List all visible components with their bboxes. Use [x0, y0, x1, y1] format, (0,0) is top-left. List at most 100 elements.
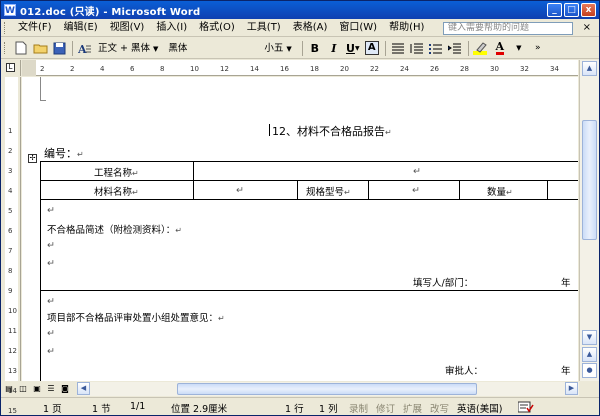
defect-description-label[interactable]: 不合格品简述（附检测资料）：↵ — [47, 222, 182, 236]
bold-button[interactable]: B — [306, 39, 324, 57]
font-size-dropdown[interactable]: 小五 ▼ — [261, 41, 294, 56]
table-move-handle[interactable]: ✢ — [28, 154, 37, 163]
styles-pane-icon[interactable]: A — [76, 39, 94, 57]
font-color-button[interactable]: A — [491, 39, 509, 57]
review-opinion-label[interactable]: 项目部不合格品评审处置小组处置意见：↵ — [47, 310, 225, 324]
web-view-icon[interactable]: ◫ — [17, 383, 29, 395]
indent-icon[interactable] — [446, 39, 464, 57]
status-column: 1 列 — [319, 404, 338, 415]
menu-view[interactable]: 视图(V) — [104, 20, 151, 36]
style-dropdown[interactable]: 正文 + 黑体 ▼ — [95, 41, 161, 56]
paragraph-mark: ↵ — [77, 150, 84, 159]
toolbar-grip[interactable] — [4, 42, 7, 54]
menu-window[interactable]: 窗口(W) — [333, 20, 383, 36]
quantity-label: 数量↵ — [487, 187, 513, 198]
paragraph-mark: ↵ — [47, 346, 55, 357]
document-close-button[interactable]: × — [583, 20, 591, 36]
project-name-value[interactable]: ↵ — [413, 166, 421, 177]
material-name-value[interactable]: ↵ — [236, 185, 244, 196]
scroll-left-icon[interactable]: ◀ — [77, 382, 90, 395]
ruler-tick-label: 12 — [8, 347, 17, 355]
normal-view-icon[interactable]: ▤ — [3, 383, 15, 395]
vertical-scroll-thumb[interactable] — [582, 120, 597, 240]
ruler-tick-label: 1 — [8, 127, 13, 135]
word-window: W 012.doc (只读) - Microsoft Word _ □ x 文件… — [0, 0, 600, 416]
table-border — [40, 161, 41, 381]
menu-insert[interactable]: 插入(I) — [150, 20, 193, 36]
chevron-down-icon[interactable]: ▼ — [510, 39, 528, 57]
menu-edit[interactable]: 编辑(E) — [58, 20, 104, 36]
horizontal-ruler[interactable]: 2 2 4 6 8 10 12 14 16 18 20 22 24 26 28 30 32 34 — [22, 60, 578, 76]
font-value: 黑体 — [168, 42, 188, 54]
table-border — [547, 180, 548, 199]
ruler-margin — [22, 60, 36, 76]
justify-icon[interactable] — [389, 39, 407, 57]
ruler-tick-label: 8 — [8, 267, 13, 275]
vertical-scrollbar[interactable]: ▲ ▼ ▲ ● — [579, 60, 599, 381]
menu-file[interactable]: 文件(F) — [12, 20, 58, 36]
scroll-down-icon[interactable]: ▼ — [582, 330, 597, 345]
minimize-button[interactable]: _ — [547, 3, 562, 17]
menu-format[interactable]: 格式(O) — [193, 20, 241, 36]
ruler-tick-label: 2 — [40, 65, 45, 73]
highlight-icon[interactable] — [472, 39, 490, 57]
outline-view-icon[interactable]: ☰ — [45, 383, 57, 395]
ruler-tick-label: 2 — [8, 147, 13, 155]
scroll-up-icon[interactable]: ▲ — [582, 61, 597, 76]
underline-button[interactable]: U ▼ — [344, 39, 362, 57]
word-app-icon[interactable]: W — [4, 4, 16, 16]
help-search-input[interactable]: 键入需要帮助的问题 — [443, 22, 573, 35]
ruler-tick-label: 8 — [160, 65, 165, 73]
text-cursor — [269, 124, 270, 136]
ruler-tick-label: 4 — [100, 65, 105, 73]
ruler-tick-label: 28 — [460, 65, 469, 73]
svg-text:A: A — [78, 43, 87, 55]
table-border — [368, 180, 369, 199]
tab-selector[interactable]: L — [1, 60, 21, 76]
ruler-tick-label: 13 — [8, 367, 17, 375]
numbering-icon[interactable] — [427, 39, 445, 57]
save-icon[interactable] — [50, 39, 68, 57]
filler-year-label: 年 — [561, 278, 571, 289]
font-dropdown[interactable]: 黑体 — [165, 41, 257, 56]
font-size-value: 小五 — [264, 42, 284, 54]
vertical-ruler[interactable]: 1 2 3 4 5 6 7 8 9 10 11 12 13 14 15 — [1, 77, 21, 415]
status-overtype[interactable]: 改写 — [430, 401, 449, 415]
line-spacing-icon[interactable] — [408, 39, 426, 57]
reading-view-icon[interactable]: ◙ — [59, 383, 71, 395]
spelling-check-icon[interactable] — [517, 401, 534, 415]
status-track-changes[interactable]: 修订 — [376, 401, 395, 415]
horizontal-scrollbar[interactable]: ◀ ▶ — [77, 382, 579, 396]
status-record[interactable]: 录制 — [349, 401, 368, 415]
close-button[interactable]: x — [581, 3, 596, 17]
new-document-icon[interactable] — [12, 39, 30, 57]
italic-button[interactable]: I — [325, 39, 343, 57]
menu-bar: 文件(F) 编辑(E) 视图(V) 插入(I) 格式(O) 工具(T) 表格(A… — [1, 20, 599, 37]
previous-page-icon[interactable]: ▲ — [582, 347, 597, 362]
margin-crop-mark — [40, 95, 46, 101]
spec-model-value[interactable]: ↵ — [412, 185, 420, 196]
paragraph-mark: ↵ — [47, 258, 55, 269]
toolbar-overflow-icon[interactable]: » — [529, 39, 547, 57]
print-view-icon[interactable]: ▣ — [31, 383, 43, 395]
menu-table[interactable]: 表格(A) — [287, 20, 334, 36]
paragraph-mark: ↵ — [47, 328, 55, 339]
select-browse-object-icon[interactable]: ● — [582, 363, 597, 378]
scroll-right-icon[interactable]: ▶ — [565, 382, 578, 395]
status-language[interactable]: 英语(美国) — [457, 401, 502, 415]
open-folder-icon[interactable] — [31, 39, 49, 57]
menubar-grip[interactable] — [4, 22, 7, 34]
chevron-down-icon: ▼ — [153, 44, 159, 53]
material-name-label: 材料名称↵ — [94, 187, 139, 198]
maximize-button[interactable]: □ — [564, 3, 579, 17]
document-canvas[interactable]: 12、材料不合格品报告↵ 工程名称编号：↵ ✢ 工程名称↵ ↵ 材料名称↵ ↵ … — [22, 77, 578, 381]
character-border-button[interactable]: A — [363, 39, 381, 57]
menu-tools[interactable]: 工具(T) — [241, 20, 287, 36]
status-extend[interactable]: 扩展 — [403, 401, 422, 415]
ruler-tick-label: 30 — [490, 65, 499, 73]
status-section: 1 节 — [92, 404, 111, 415]
window-controls: _ □ x — [547, 3, 596, 17]
horizontal-scroll-thumb[interactable] — [177, 383, 477, 395]
menu-help[interactable]: 帮助(H) — [383, 20, 430, 36]
font-color-label: A — [495, 40, 505, 55]
